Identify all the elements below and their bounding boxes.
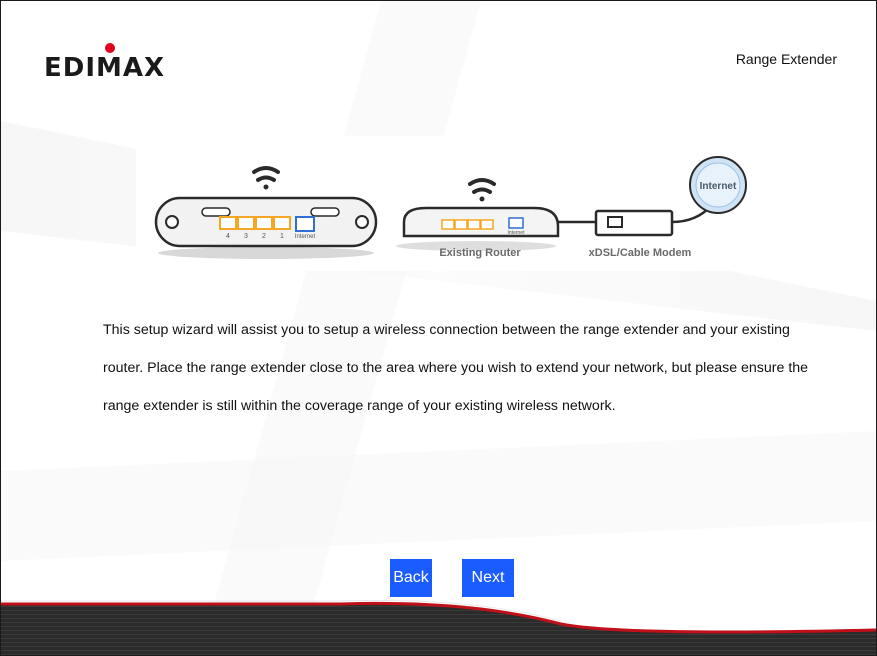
setup-wizard-window: EDIMAX Range Extender 4 3 2 1 Internet I… (0, 0, 877, 656)
product-title: Range Extender (735, 51, 837, 67)
extender-port-3: 3 (244, 233, 248, 240)
existing-router-label: Existing Router (439, 247, 521, 259)
modem-label: xDSL/Cable Modem (589, 247, 692, 259)
router-port-internet: Internet (508, 230, 526, 236)
modem-device (594, 209, 674, 237)
logo-text: EDIMAX (44, 53, 166, 83)
footer-banner (1, 599, 876, 655)
internet-label: Internet (700, 181, 737, 192)
range-extender-device: 4 3 2 1 Internet (154, 196, 378, 259)
network-diagram: 4 3 2 1 Internet Internet Existing Route… (136, 136, 766, 271)
extender-port-2: 2 (262, 233, 266, 240)
extender-port-internet: Internet (295, 234, 316, 240)
wizard-description: This setup wizard will assist you to set… (103, 322, 809, 414)
extender-port-1: 1 (280, 233, 284, 240)
extender-port-4: 4 (226, 233, 230, 240)
logo-dot (105, 43, 115, 53)
edimax-logo: EDIMAX (44, 43, 166, 83)
existing-router-device: Internet (396, 206, 560, 251)
